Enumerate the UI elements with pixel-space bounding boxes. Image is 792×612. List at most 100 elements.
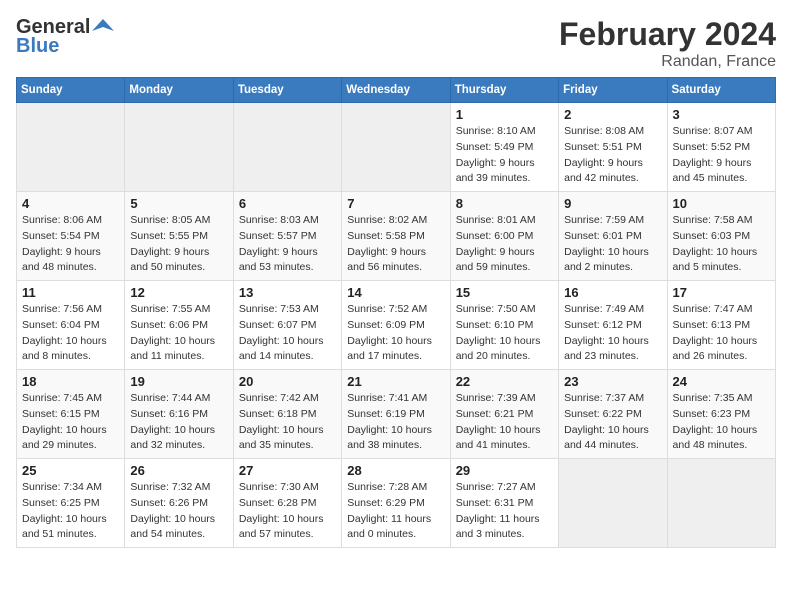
calendar-cell: 22 Sunrise: 7:39 AMSunset: 6:21 PMDayligh… — [450, 370, 558, 459]
calendar-cell: 15 Sunrise: 7:50 AMSunset: 6:10 PMDayligh… — [450, 281, 558, 370]
calendar-cell: 25 Sunrise: 7:34 AMSunset: 6:25 PMDayligh… — [17, 459, 125, 548]
day-info: Sunrise: 8:10 AMSunset: 5:49 PMDaylight:… — [456, 124, 553, 187]
calendar-cell: 9 Sunrise: 7:59 AMSunset: 6:01 PMDaylight… — [559, 192, 667, 281]
calendar-cell: 28Sunrise: 7:28 AMSunset: 6:29 PMDayligh… — [342, 459, 450, 548]
day-number: 23 — [564, 374, 661, 389]
calendar-cell: 8 Sunrise: 8:01 AMSunset: 6:00 PMDaylight… — [450, 192, 558, 281]
day-info: Sunrise: 7:35 AMSunset: 6:23 PMDaylight:… — [673, 391, 770, 454]
weekday-header-saturday: Saturday — [667, 78, 775, 103]
calendar-cell: 26Sunrise: 7:32 AMSunset: 6:26 PMDayligh… — [125, 459, 233, 548]
day-info: Sunrise: 7:44 AMSunset: 6:16 PMDaylight:… — [130, 391, 227, 454]
calendar-cell — [342, 103, 450, 192]
calendar-cell: 1 Sunrise: 8:10 AMSunset: 5:49 PMDaylight… — [450, 103, 558, 192]
day-info: Sunrise: 7:49 AMSunset: 6:12 PMDaylight:… — [564, 302, 661, 365]
day-number: 15 — [456, 285, 553, 300]
calendar-cell — [17, 103, 125, 192]
day-number: 21 — [347, 374, 444, 389]
page-header: General Blue February 2024 Randan, Franc… — [16, 16, 776, 71]
calendar-cell: 12 Sunrise: 7:55 AMSunset: 6:06 PMDayligh… — [125, 281, 233, 370]
day-info: Sunrise: 8:02 AMSunset: 5:58 PMDaylight:… — [347, 213, 444, 276]
weekday-header-wednesday: Wednesday — [342, 78, 450, 103]
day-number: 16 — [564, 285, 661, 300]
logo: General Blue — [16, 16, 114, 58]
calendar-title: February 2024 — [559, 16, 776, 53]
calendar-cell — [125, 103, 233, 192]
title-block: February 2024 Randan, France — [559, 16, 776, 71]
day-number: 24 — [673, 374, 770, 389]
day-info: Sunrise: 7:53 AMSunset: 6:07 PMDaylight:… — [239, 302, 336, 365]
calendar-cell: 6 Sunrise: 8:03 AMSunset: 5:57 PMDaylight… — [233, 192, 341, 281]
day-info: Sunrise: 7:50 AMSunset: 6:10 PMDaylight:… — [456, 302, 553, 365]
day-number: 10 — [673, 196, 770, 211]
calendar-table: SundayMondayTuesdayWednesdayThursdayFrid… — [16, 77, 776, 548]
day-number: 26 — [130, 463, 227, 478]
day-number: 29 — [456, 463, 553, 478]
day-info: Sunrise: 7:55 AMSunset: 6:06 PMDaylight:… — [130, 302, 227, 365]
weekday-header-tuesday: Tuesday — [233, 78, 341, 103]
day-info: Sunrise: 7:52 AMSunset: 6:09 PMDaylight:… — [347, 302, 444, 365]
calendar-cell: 18Sunrise: 7:45 AMSunset: 6:15 PMDayligh… — [17, 370, 125, 459]
day-number: 27 — [239, 463, 336, 478]
calendar-cell: 17Sunrise: 7:47 AMSunset: 6:13 PMDayligh… — [667, 281, 775, 370]
day-number: 19 — [130, 374, 227, 389]
calendar-cell: 23 Sunrise: 7:37 AMSunset: 6:22 PMDayligh… — [559, 370, 667, 459]
calendar-cell: 3 Sunrise: 8:07 AMSunset: 5:52 PMDaylight… — [667, 103, 775, 192]
day-info: Sunrise: 7:47 AMSunset: 6:13 PMDaylight:… — [673, 302, 770, 365]
day-number: 18 — [22, 374, 119, 389]
day-number: 1 — [456, 107, 553, 122]
day-number: 8 — [456, 196, 553, 211]
calendar-cell: 24 Sunrise: 7:35 AMSunset: 6:23 PMDayligh… — [667, 370, 775, 459]
calendar-cell: 14 Sunrise: 7:52 AMSunset: 6:09 PMDayligh… — [342, 281, 450, 370]
day-number: 14 — [347, 285, 444, 300]
week-row-4: 18Sunrise: 7:45 AMSunset: 6:15 PMDayligh… — [17, 370, 776, 459]
day-number: 3 — [673, 107, 770, 122]
day-info: Sunrise: 8:08 AMSunset: 5:51 PMDaylight:… — [564, 124, 661, 187]
calendar-cell — [233, 103, 341, 192]
calendar-cell — [667, 459, 775, 548]
week-row-3: 11 Sunrise: 7:56 AMSunset: 6:04 PMDayligh… — [17, 281, 776, 370]
calendar-cell: 2 Sunrise: 8:08 AMSunset: 5:51 PMDaylight… — [559, 103, 667, 192]
day-info: Sunrise: 8:05 AMSunset: 5:55 PMDaylight:… — [130, 213, 227, 276]
day-number: 5 — [130, 196, 227, 211]
day-info: Sunrise: 7:56 AMSunset: 6:04 PMDaylight:… — [22, 302, 119, 365]
calendar-cell: 16 Sunrise: 7:49 AMSunset: 6:12 PMDayligh… — [559, 281, 667, 370]
day-info: Sunrise: 7:41 AMSunset: 6:19 PMDaylight:… — [347, 391, 444, 454]
day-info: Sunrise: 8:01 AMSunset: 6:00 PMDaylight:… — [456, 213, 553, 276]
day-info: Sunrise: 7:37 AMSunset: 6:22 PMDaylight:… — [564, 391, 661, 454]
calendar-cell: 21 Sunrise: 7:41 AMSunset: 6:19 PMDayligh… — [342, 370, 450, 459]
day-number: 20 — [239, 374, 336, 389]
calendar-cell: 27 Sunrise: 7:30 AMSunset: 6:28 PMDayligh… — [233, 459, 341, 548]
day-number: 25 — [22, 463, 119, 478]
day-info: Sunrise: 8:07 AMSunset: 5:52 PMDaylight:… — [673, 124, 770, 187]
day-number: 9 — [564, 196, 661, 211]
calendar-cell: 7 Sunrise: 8:02 AMSunset: 5:58 PMDaylight… — [342, 192, 450, 281]
day-number: 4 — [22, 196, 119, 211]
calendar-subtitle: Randan, France — [559, 53, 776, 71]
day-info: Sunrise: 8:03 AMSunset: 5:57 PMDaylight:… — [239, 213, 336, 276]
week-row-1: 1 Sunrise: 8:10 AMSunset: 5:49 PMDaylight… — [17, 103, 776, 192]
day-info: Sunrise: 7:34 AMSunset: 6:25 PMDaylight:… — [22, 480, 119, 543]
weekday-header-friday: Friday — [559, 78, 667, 103]
calendar-cell: 11 Sunrise: 7:56 AMSunset: 6:04 PMDayligh… — [17, 281, 125, 370]
weekday-header-monday: Monday — [125, 78, 233, 103]
day-number: 12 — [130, 285, 227, 300]
day-number: 6 — [239, 196, 336, 211]
calendar-cell: 29Sunrise: 7:27 AMSunset: 6:31 PMDayligh… — [450, 459, 558, 548]
logo-bird-icon — [92, 17, 114, 39]
week-row-5: 25 Sunrise: 7:34 AMSunset: 6:25 PMDayligh… — [17, 459, 776, 548]
day-info: Sunrise: 7:39 AMSunset: 6:21 PMDaylight:… — [456, 391, 553, 454]
day-number: 13 — [239, 285, 336, 300]
calendar-cell: 5 Sunrise: 8:05 AMSunset: 5:55 PMDaylight… — [125, 192, 233, 281]
day-number: 22 — [456, 374, 553, 389]
week-row-2: 4Sunrise: 8:06 AMSunset: 5:54 PMDaylight… — [17, 192, 776, 281]
calendar-cell — [559, 459, 667, 548]
calendar-cell: 10 Sunrise: 7:58 AMSunset: 6:03 PMDayligh… — [667, 192, 775, 281]
day-info: Sunrise: 7:30 AMSunset: 6:28 PMDaylight:… — [239, 480, 336, 543]
day-number: 11 — [22, 285, 119, 300]
day-number: 28 — [347, 463, 444, 478]
day-number: 2 — [564, 107, 661, 122]
day-info: Sunrise: 7:59 AMSunset: 6:01 PMDaylight:… — [564, 213, 661, 276]
day-info: Sunrise: 7:58 AMSunset: 6:03 PMDaylight:… — [673, 213, 770, 276]
weekday-header-sunday: Sunday — [17, 78, 125, 103]
day-number: 7 — [347, 196, 444, 211]
